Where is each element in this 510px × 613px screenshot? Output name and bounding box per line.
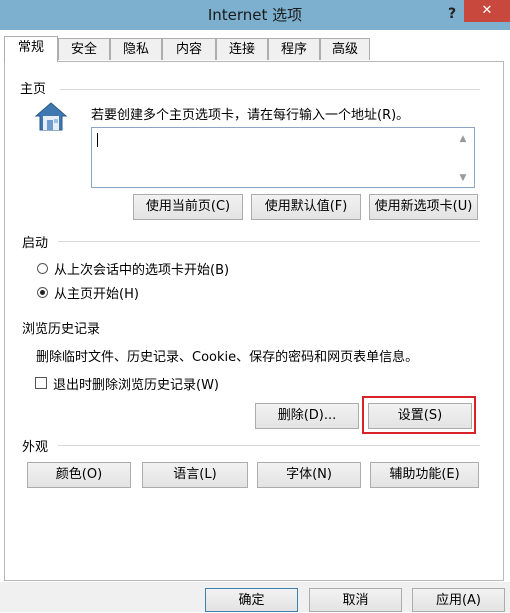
tab-advanced[interactable]: 高级 xyxy=(320,38,370,60)
window-title: Internet 选项 xyxy=(207,6,303,24)
delete-on-exit-checkbox[interactable] xyxy=(35,377,47,389)
home-heading: 主页 xyxy=(20,82,47,97)
history-description: 删除临时文件、历史记录、Cookie、保存的密码和网页表单信息。 xyxy=(36,350,419,365)
tab-privacy[interactable]: 隐私 xyxy=(110,38,162,60)
use-current-button[interactable]: 使用当前页(C) xyxy=(133,194,243,220)
scroll-down-arrow-icon[interactable]: ▼ xyxy=(457,172,469,184)
ok-button[interactable]: 确定 xyxy=(205,588,298,612)
appearance-heading: 外观 xyxy=(22,440,49,455)
apply-button[interactable]: 应用(A) xyxy=(412,588,505,612)
home-instruction: 若要创建多个主页选项卡，请在每行输入一个地址(R)。 xyxy=(91,108,410,123)
tab-connections[interactable]: 连接 xyxy=(216,38,268,60)
home-icon xyxy=(34,102,68,131)
tab-security[interactable]: 安全 xyxy=(58,38,110,60)
startup-last-session-radio[interactable] xyxy=(37,263,48,274)
cancel-button[interactable]: 取消 xyxy=(309,588,402,612)
use-default-button[interactable]: 使用默认值(F) xyxy=(251,194,361,220)
delete-on-exit-label[interactable]: 退出时删除浏览历史记录(W) xyxy=(53,374,219,393)
appearance-divider xyxy=(58,445,480,446)
startup-home-label[interactable]: 从主页开始(H) xyxy=(54,283,139,302)
settings-highlight-box xyxy=(362,396,476,434)
accessibility-button[interactable]: 辅助功能(E) xyxy=(370,462,479,488)
help-button[interactable]: ? xyxy=(440,4,464,24)
text-caret xyxy=(97,133,98,147)
tab-programs[interactable]: 程序 xyxy=(268,38,320,60)
startup-last-session-label[interactable]: 从上次会话中的选项卡开始(B) xyxy=(54,259,229,278)
fonts-button[interactable]: 字体(N) xyxy=(257,462,361,488)
startup-heading: 启动 xyxy=(22,236,49,251)
startup-divider xyxy=(58,241,480,242)
delete-history-button[interactable]: 删除(D)... xyxy=(255,403,359,429)
scroll-up-arrow-icon[interactable]: ▲ xyxy=(457,133,469,145)
history-heading: 浏览历史记录 xyxy=(22,322,101,337)
close-button[interactable]: ✕ xyxy=(464,0,510,22)
languages-button[interactable]: 语言(L) xyxy=(142,462,248,488)
home-page-input[interactable] xyxy=(91,127,475,188)
use-new-tab-button[interactable]: 使用新选项卡(U) xyxy=(369,194,478,220)
startup-home-radio[interactable] xyxy=(37,287,48,298)
watermark xyxy=(160,318,360,328)
tab-general[interactable]: 常规 xyxy=(4,36,58,62)
colors-button[interactable]: 颜色(O) xyxy=(27,462,131,488)
tab-content[interactable]: 内容 xyxy=(162,38,216,60)
home-divider xyxy=(60,89,480,90)
